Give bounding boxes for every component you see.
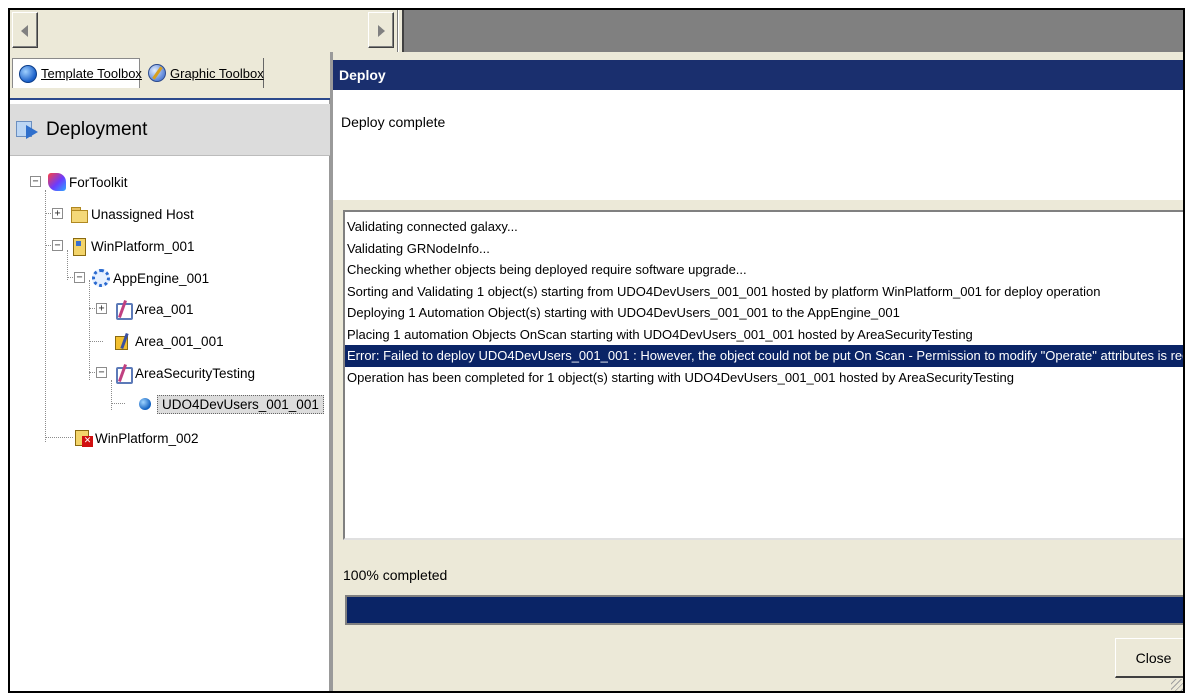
tree-line	[111, 380, 112, 410]
area-icon	[114, 364, 133, 384]
template-toolbox-icon	[19, 64, 37, 83]
application-window: Template Toolbox Graphic Toolbox Deploym…	[8, 8, 1185, 693]
log-line[interactable]: Placing 1 automation Objects OnScan star…	[345, 324, 1183, 346]
tree-item-label: Area_001_001	[135, 333, 224, 349]
tree-item-fortoolkit[interactable]: ForToolkit	[48, 171, 128, 193]
log-line[interactable]: Sorting and Validating 1 object(s) start…	[345, 281, 1183, 303]
tree-line	[45, 437, 73, 438]
folder-icon	[70, 205, 88, 223]
collapse-toggle[interactable]: −	[30, 176, 41, 187]
tree-item-label: UDO4DevUsers_001_001	[157, 394, 324, 414]
udo-icon	[136, 395, 154, 413]
tree-item-label: AreaSecurityTesting	[135, 365, 256, 381]
platform-icon	[70, 237, 88, 256]
progress-bar	[345, 595, 1183, 625]
tree-item-areasecuritytesting[interactable]: AreaSecurityTesting	[114, 362, 255, 384]
arrow-right-icon	[378, 25, 385, 37]
tree-item-label: ForToolkit	[69, 174, 128, 190]
platform-error-icon	[74, 429, 93, 447]
log-line[interactable]: Deploying 1 Automation Object(s) startin…	[345, 302, 1183, 324]
tree-item-appengine-001[interactable]: AppEngine_001	[92, 267, 209, 289]
tree-item-label: AppEngine_001	[113, 270, 210, 286]
tree-item-label: WinPlatform_002	[95, 430, 199, 446]
dialog-title-bar[interactable]: Deploy	[333, 60, 1183, 90]
close-button[interactable]: Close	[1115, 638, 1183, 678]
progress-label: 100% completed	[343, 567, 448, 583]
tree-item-winplatform-002[interactable]: WinPlatform_002	[74, 427, 199, 449]
log-line[interactable]: Validating connected galaxy...	[345, 216, 1183, 238]
tree-line	[67, 250, 68, 280]
scroll-right-button[interactable]	[368, 12, 394, 48]
arrow-left-icon	[21, 25, 28, 37]
tree-item-label: WinPlatform_001	[91, 238, 195, 254]
log-line[interactable]: Validating GRNodeInfo...	[345, 238, 1183, 260]
area-icon	[114, 300, 133, 320]
galaxy-icon	[48, 173, 66, 191]
expand-toggle[interactable]: +	[52, 208, 63, 219]
tree-item-area-001-001[interactable]: Area_001_001	[114, 330, 224, 352]
deployment-header: Deployment	[10, 104, 330, 156]
splitter-handle[interactable]	[398, 10, 404, 52]
left-pane: Template Toolbox Graphic Toolbox Deploym…	[10, 52, 330, 691]
toolbox-tab-bar: Template Toolbox Graphic Toolbox	[10, 52, 330, 100]
tab-graphic-toolbox[interactable]: Graphic Toolbox	[142, 58, 264, 88]
dialog-title: Deploy	[339, 67, 386, 83]
graphic-toolbox-icon	[148, 64, 166, 82]
tree-item-label: Area_001	[135, 301, 194, 317]
panel-title: Deployment	[46, 118, 148, 140]
tree-line	[89, 341, 103, 342]
deploy-log-list[interactable]: Validating connected galaxy... Validatin…	[343, 210, 1183, 540]
log-line-error[interactable]: Error: Failed to deploy UDO4DevUsers_001…	[345, 345, 1183, 367]
deploy-status: Deploy complete	[341, 114, 446, 130]
expand-toggle[interactable]: +	[96, 303, 107, 314]
tree-line	[111, 403, 125, 404]
engine-icon	[92, 269, 110, 287]
progress-fill	[347, 597, 1183, 623]
log-line[interactable]: Checking whether objects being deployed …	[345, 259, 1183, 281]
deployment-icon	[16, 119, 42, 141]
tree-line	[45, 190, 46, 442]
deploy-dialog: Deploy Deploy complete Validating connec…	[330, 52, 1183, 691]
resize-grip[interactable]	[1171, 679, 1183, 691]
log-line[interactable]: Operation has been completed for 1 objec…	[345, 367, 1183, 389]
tab-label: Graphic Toolbox	[170, 65, 264, 81]
scroll-left-button[interactable]	[12, 12, 38, 48]
horizontal-scrollbar[interactable]	[10, 10, 398, 52]
area-deployed-icon	[114, 332, 132, 350]
deployment-tree: − + − − + − ForToolkit Unassigned Host W…	[10, 160, 330, 690]
tree-item-area-001[interactable]: Area_001	[114, 298, 194, 320]
tree-item-winplatform-001[interactable]: WinPlatform_001	[70, 235, 195, 257]
tab-label: Template Toolbox	[41, 66, 142, 81]
tab-template-toolbox[interactable]: Template Toolbox	[12, 58, 142, 88]
tree-line	[89, 280, 90, 380]
tree-item-udo4devusers-001-001[interactable]: UDO4DevUsers_001_001	[136, 393, 324, 415]
collapse-toggle[interactable]: −	[74, 272, 85, 283]
collapse-toggle[interactable]: −	[96, 367, 107, 378]
tree-item-label: Unassigned Host	[91, 206, 194, 222]
top-strip	[10, 10, 1183, 52]
collapse-toggle[interactable]: −	[52, 240, 63, 251]
tree-item-unassigned-host[interactable]: Unassigned Host	[70, 203, 194, 225]
dialog-header-area: Deploy complete	[333, 90, 1183, 200]
